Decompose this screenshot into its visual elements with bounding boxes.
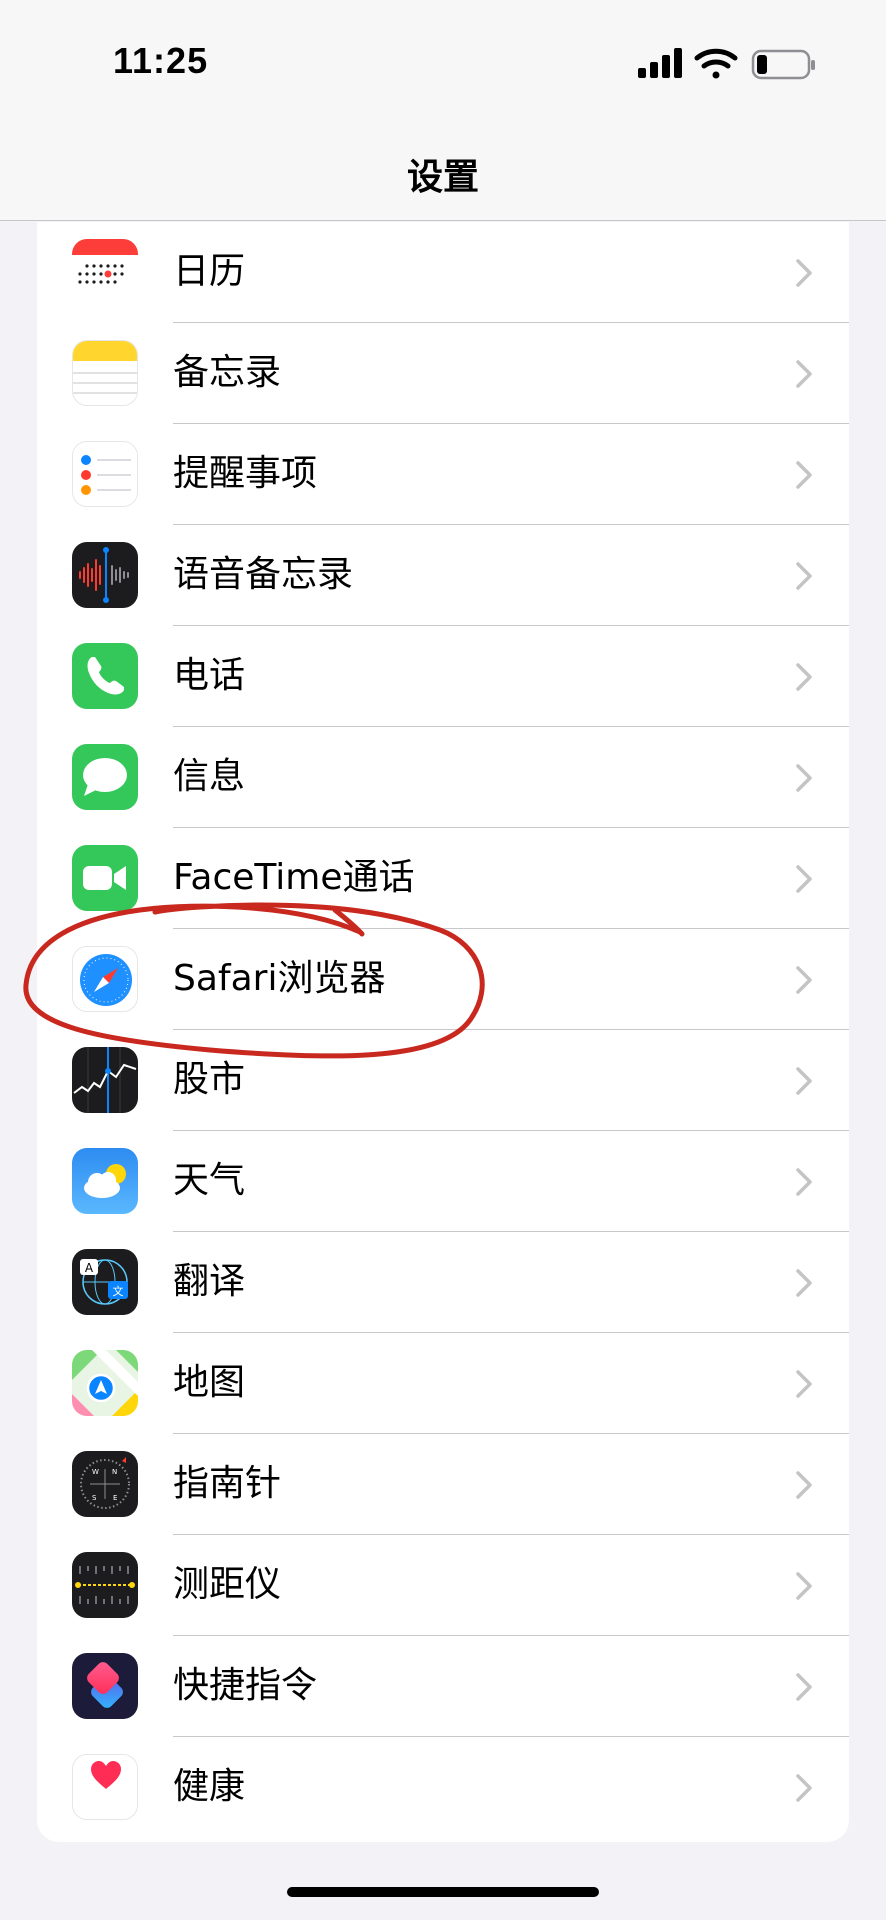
battery-icon [751, 49, 815, 80]
settings-item-phone[interactable]: 电话 [37, 626, 849, 727]
settings-item-notes[interactable]: 备忘录 [37, 323, 849, 424]
settings-item-weather[interactable]: 天气 [37, 1131, 849, 1232]
settings-item-voice-memos[interactable]: 语音备忘录 [37, 525, 849, 626]
facetime-icon [72, 845, 138, 911]
phone-icon [72, 643, 138, 709]
svg-text:W: W [92, 1468, 99, 1476]
settings-item-compass[interactable]: W N S E 指南针 [37, 1434, 849, 1535]
settings-item-label: 电话 [173, 655, 246, 696]
settings-item-stocks[interactable]: 股市 [37, 1030, 849, 1131]
safari-icon [72, 946, 138, 1012]
settings-item-label: 信息 [173, 756, 246, 797]
chevron-right-icon [796, 1067, 812, 1095]
svg-text:S: S [92, 1494, 97, 1502]
settings-item-shortcuts[interactable]: 快捷指令 [37, 1636, 849, 1737]
chevron-right-icon [796, 865, 812, 893]
chevron-right-icon [796, 663, 812, 691]
settings-item-label: 语音备忘录 [173, 554, 354, 595]
settings-item-translate[interactable]: A 文 翻译 [37, 1232, 849, 1333]
settings-item-reminders[interactable]: 提醒事项 [37, 424, 849, 525]
chevron-right-icon [796, 360, 812, 388]
chevron-right-icon [796, 1269, 812, 1297]
svg-text:N: N [112, 1468, 117, 1476]
chevron-right-icon [796, 259, 812, 287]
svg-text:E: E [113, 1494, 117, 1502]
chevron-right-icon [796, 1572, 812, 1600]
chevron-right-icon [796, 1370, 812, 1398]
stocks-icon [72, 1047, 138, 1113]
settings-list: 日历 备忘录 提醒事项 语音备忘录 电话 信息 FaceTime通话 Safar… [37, 222, 849, 1842]
voice-memos-icon [72, 542, 138, 608]
health-icon [72, 1754, 138, 1820]
chevron-right-icon [796, 966, 812, 994]
settings-item-label: 地图 [173, 1362, 246, 1403]
settings-item-label: 备忘录 [173, 352, 282, 393]
settings-item-messages[interactable]: 信息 [37, 727, 849, 828]
notes-icon [72, 340, 138, 406]
status-bar: 11:25 [0, 0, 886, 120]
svg-text:文: 文 [113, 1284, 124, 1298]
reminders-icon [72, 441, 138, 507]
chevron-right-icon [796, 461, 812, 489]
chevron-right-icon [796, 1673, 812, 1701]
calendar-icon [72, 239, 138, 305]
settings-item-label: 测距仪 [173, 1564, 282, 1605]
settings-item-calendar[interactable]: 日历 [37, 222, 849, 323]
home-indicator[interactable] [287, 1887, 599, 1897]
chevron-right-icon [796, 1774, 812, 1802]
settings-item-label: 健康 [173, 1766, 246, 1807]
settings-item-health[interactable]: 健康 [37, 1737, 849, 1838]
settings-item-maps[interactable]: 地图 [37, 1333, 849, 1434]
settings-item-measure[interactable]: 测距仪 [37, 1535, 849, 1636]
settings-item-label: 提醒事项 [173, 453, 318, 494]
settings-item-label: FaceTime通话 [173, 857, 415, 898]
settings-item-label: 指南针 [173, 1463, 282, 1504]
settings-item-label: 翻译 [173, 1261, 246, 1302]
status-icons [638, 48, 815, 80]
settings-item-label: Safari浏览器 [173, 958, 386, 999]
chevron-right-icon [796, 1168, 812, 1196]
shortcuts-icon [72, 1653, 138, 1719]
settings-item-facetime[interactable]: FaceTime通话 [37, 828, 849, 929]
settings-item-label: 快捷指令 [173, 1665, 318, 1706]
measure-icon [72, 1552, 138, 1618]
compass-icon: W N S E [72, 1451, 138, 1517]
settings-item-label: 日历 [173, 251, 246, 292]
wifi-icon [694, 48, 738, 79]
status-time: 11:25 [113, 40, 209, 81]
navigation-bar: 设置 [0, 120, 886, 221]
page-title: 设置 [406, 157, 479, 198]
weather-icon [72, 1148, 138, 1214]
messages-icon [72, 744, 138, 810]
settings-item-safari[interactable]: Safari浏览器 [37, 929, 849, 1030]
translate-icon: A 文 [72, 1249, 138, 1315]
cellular-signal-icon [638, 48, 682, 78]
settings-item-label: 天气 [173, 1160, 246, 1201]
chevron-right-icon [796, 1471, 812, 1499]
settings-item-label: 股市 [173, 1059, 246, 1100]
chevron-right-icon [796, 764, 812, 792]
chevron-right-icon [796, 562, 812, 590]
svg-text:A: A [85, 1261, 94, 1275]
maps-icon [72, 1350, 138, 1416]
